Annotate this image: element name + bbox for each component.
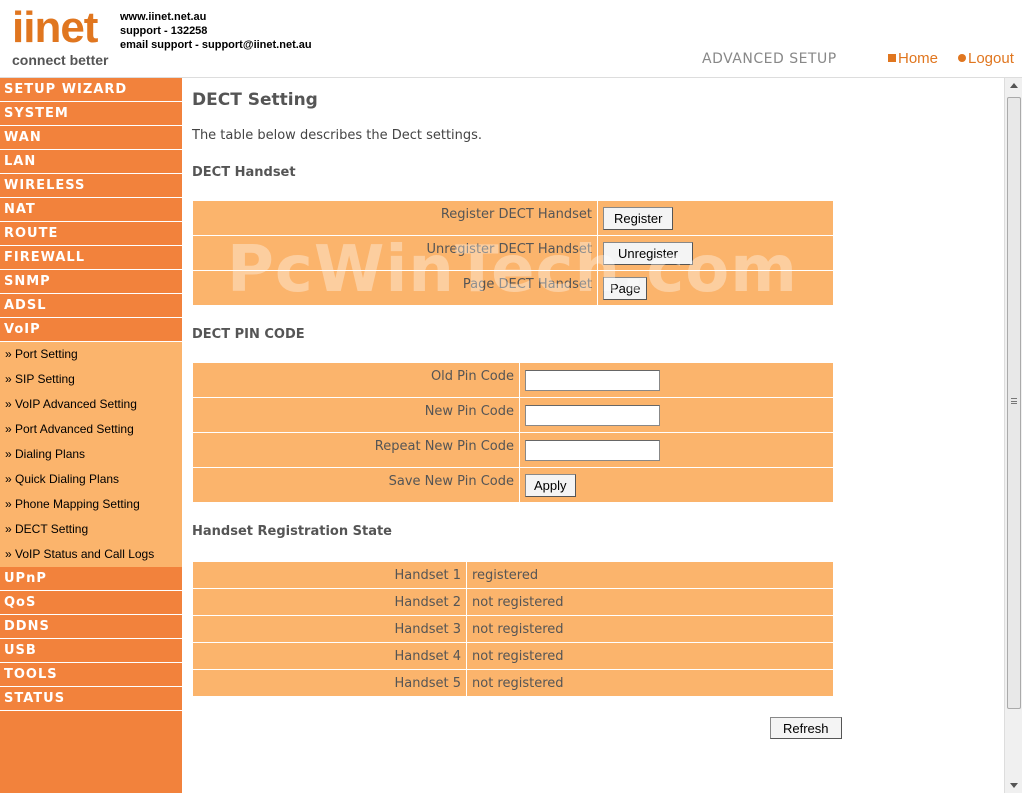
sidebar-subitem-voip-advanced[interactable]: » VoIP Advanced Setting — [0, 392, 182, 417]
table-row: Save New Pin Code Apply — [192, 467, 834, 503]
sidebar-item-system[interactable]: SYSTEM — [0, 102, 182, 126]
page-button[interactable]: Page — [603, 276, 648, 300]
handset-name: Handset 2 — [192, 588, 467, 616]
repeat-pin-input[interactable] — [525, 439, 660, 461]
section-label: ADVANCED SETUP — [702, 51, 837, 67]
logout-link[interactable]: Logout — [958, 50, 1014, 67]
contact-website: www.iinet.net.au — [120, 11, 207, 23]
sidebar-item-snmp[interactable]: SNMP — [0, 270, 182, 294]
grip-icon — [1011, 398, 1017, 404]
iinet-logo[interactable]: iinet connect better — [12, 6, 112, 70]
handset-state: not registered — [466, 588, 834, 616]
logo-wordmark: iinet — [12, 3, 98, 52]
register-handset-label: Register DECT Handset — [192, 200, 598, 236]
section-title-dect-handset: DECT Handset — [192, 165, 296, 180]
sidebar-item-wireless[interactable]: WIRELESS — [0, 174, 182, 198]
sidebar-item-voip[interactable]: VoIP — [0, 318, 182, 342]
scroll-up-arrow-icon[interactable] — [1010, 83, 1018, 88]
registration-state-table: Handset 1 registered Handset 2 not regis… — [192, 561, 834, 697]
sidebar-subitem-port-setting[interactable]: » Port Setting — [0, 342, 182, 367]
sidebar-item-usb[interactable]: USB — [0, 639, 182, 663]
table-row: Handset 5 not registered — [192, 669, 834, 697]
table-row: Handset 3 not registered — [192, 615, 834, 643]
table-row: Handset 2 not registered — [192, 588, 834, 616]
main-content: DECT Setting The table below describes t… — [182, 78, 1004, 793]
handset-name: Handset 3 — [192, 615, 467, 643]
sidebar-item-status[interactable]: STATUS — [0, 687, 182, 711]
new-pin-label: New Pin Code — [192, 397, 520, 433]
dot-bullet-icon — [958, 54, 966, 62]
refresh-button[interactable]: Refresh — [770, 717, 842, 739]
sidebar-subitem-voip-status[interactable]: » VoIP Status and Call Logs — [0, 542, 182, 567]
table-row: Repeat New Pin Code — [192, 432, 834, 468]
sidebar-subitem-dialing-plans[interactable]: » Dialing Plans — [0, 442, 182, 467]
table-row: Handset 1 registered — [192, 561, 834, 589]
sidebar-subitem-sip-setting[interactable]: » SIP Setting — [0, 367, 182, 392]
sidebar-item-route[interactable]: ROUTE — [0, 222, 182, 246]
sidebar-item-firewall[interactable]: FIREWALL — [0, 246, 182, 270]
sidebar-item-ddns[interactable]: DDNS — [0, 615, 182, 639]
sidebar-nav: SETUP WIZARD SYSTEM WAN LAN WIRELESS NAT… — [0, 78, 182, 793]
old-pin-input[interactable] — [525, 369, 660, 391]
sidebar-subitem-port-advanced[interactable]: » Port Advanced Setting — [0, 417, 182, 442]
sidebar-item-tools[interactable]: TOOLS — [0, 663, 182, 687]
unregister-button[interactable]: Unregister — [603, 241, 693, 265]
logo-tagline: connect better — [12, 52, 109, 68]
vertical-scrollbar[interactable] — [1004, 78, 1022, 793]
contact-support-phone: support - 132258 — [120, 25, 208, 37]
table-row: Register DECT Handset Register — [192, 200, 834, 236]
repeat-pin-label: Repeat New Pin Code — [192, 432, 520, 468]
sidebar-item-upnp[interactable]: UPnP — [0, 567, 182, 591]
header: iinet connect better www.iinet.net.au su… — [0, 0, 1022, 78]
home-link[interactable]: Home — [888, 50, 938, 67]
save-pin-label: Save New Pin Code — [192, 467, 520, 503]
sidebar-item-setup-wizard[interactable]: SETUP WIZARD — [0, 78, 182, 102]
contact-info: www.iinet.net.au support - 132258 email … — [120, 10, 312, 52]
logout-link-label: Logout — [968, 50, 1014, 67]
contact-support-email: email support - support@iinet.net.au — [120, 39, 312, 51]
table-row: Unregister DECT Handset Unregister — [192, 235, 834, 271]
sidebar-item-wan[interactable]: WAN — [0, 126, 182, 150]
handset-name: Handset 1 — [192, 561, 467, 589]
apply-button[interactable]: Apply — [525, 473, 576, 497]
home-link-label: Home — [898, 50, 939, 67]
table-row: Old Pin Code — [192, 362, 834, 398]
page-handset-label: Page DECT Handset — [192, 270, 598, 306]
square-bullet-icon — [888, 54, 896, 62]
scrollbar-thumb[interactable] — [1007, 97, 1021, 709]
handset-state: not registered — [466, 669, 834, 697]
sidebar-item-adsl[interactable]: ADSL — [0, 294, 182, 318]
page-title: DECT Setting — [192, 90, 318, 110]
unregister-handset-label: Unregister DECT Handset — [192, 235, 598, 271]
sidebar-subitem-quick-dialing[interactable]: » Quick Dialing Plans — [0, 467, 182, 492]
sidebar-item-qos[interactable]: QoS — [0, 591, 182, 615]
table-row: Handset 4 not registered — [192, 642, 834, 670]
handset-state: not registered — [466, 642, 834, 670]
table-row: Page DECT Handset Page — [192, 270, 834, 306]
sidebar-item-lan[interactable]: LAN — [0, 150, 182, 174]
section-title-dect-pin: DECT PIN CODE — [192, 327, 305, 342]
sidebar-item-nat[interactable]: NAT — [0, 198, 182, 222]
dect-pin-table: Old Pin Code New Pin Code Repeat New Pin… — [192, 362, 834, 503]
sidebar-subitem-dect-setting[interactable]: » DECT Setting — [0, 517, 182, 542]
page-description: The table below describes the Dect setti… — [192, 128, 483, 143]
section-title-registration-state: Handset Registration State — [192, 524, 392, 539]
handset-state: registered — [466, 561, 834, 589]
handset-name: Handset 4 — [192, 642, 467, 670]
table-row: New Pin Code — [192, 397, 834, 433]
handset-state: not registered — [466, 615, 834, 643]
new-pin-input[interactable] — [525, 404, 660, 426]
sidebar-subitem-phone-mapping[interactable]: » Phone Mapping Setting — [0, 492, 182, 517]
dect-handset-table: Register DECT Handset Register Unregiste… — [192, 200, 834, 306]
scroll-down-arrow-icon[interactable] — [1010, 783, 1018, 788]
old-pin-label: Old Pin Code — [192, 362, 520, 398]
handset-name: Handset 5 — [192, 669, 467, 697]
register-button[interactable]: Register — [603, 206, 674, 230]
